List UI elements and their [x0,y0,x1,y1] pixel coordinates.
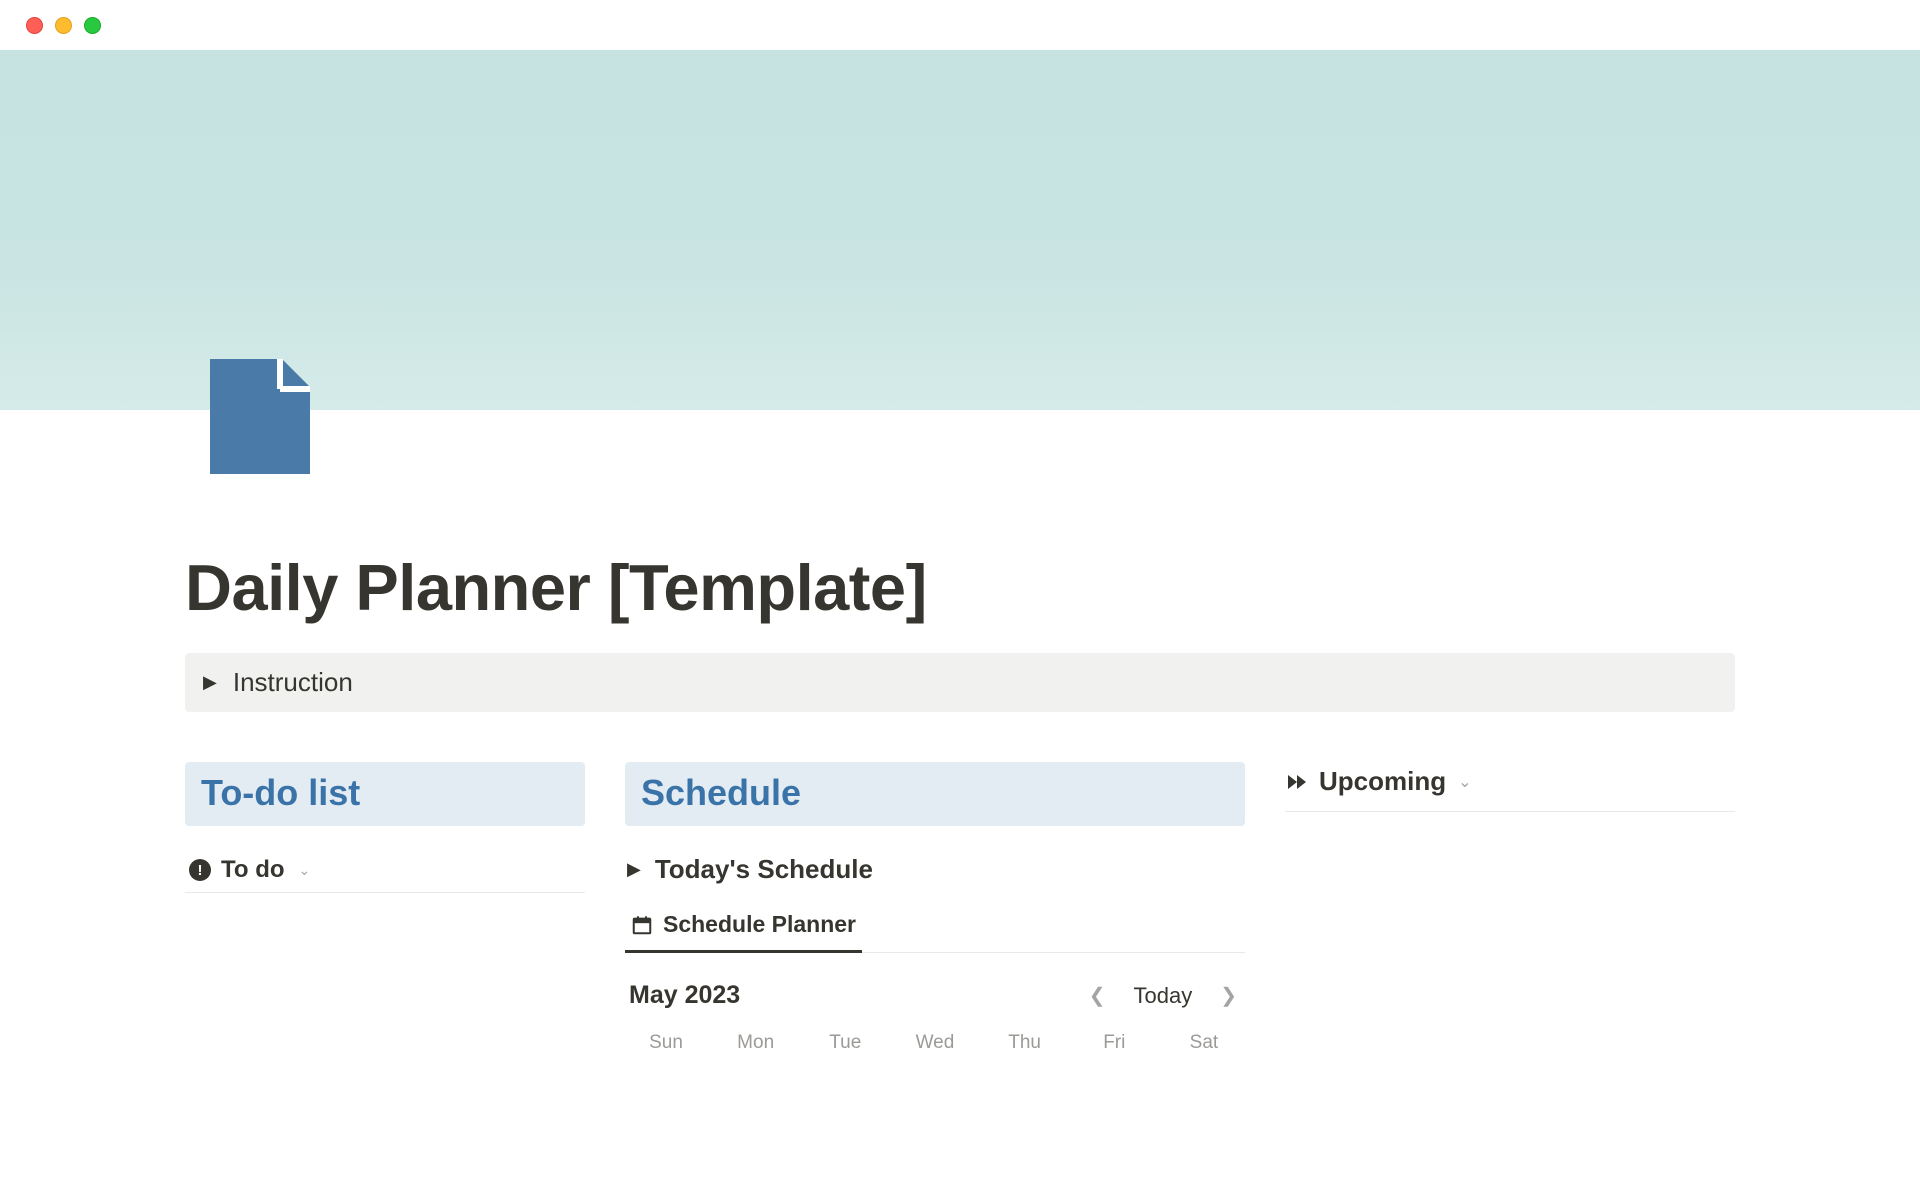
page-cover[interactable] [0,50,1920,410]
weekday-label: Wed [900,1032,970,1054]
schedule-planner-tab[interactable]: Schedule Planner [625,903,862,953]
page-title[interactable]: Daily Planner [Template] [185,550,1735,625]
todays-schedule-label: Today's Schedule [655,854,873,885]
page-icon[interactable] [210,359,310,474]
window-minimize-button[interactable] [55,17,72,34]
instruction-label: Instruction [233,667,353,698]
weekday-label: Tue [810,1032,880,1054]
schedule-heading[interactable]: Schedule [625,762,1245,826]
weekday-label: Fri [1079,1032,1149,1054]
upcoming-view-tab[interactable]: Upcoming ⌄ [1285,766,1735,812]
calendar-next-button[interactable]: ❯ [1216,979,1241,1012]
weekday-label: Mon [721,1032,791,1054]
upcoming-column: Upcoming ⌄ [1285,762,1735,812]
chevron-down-icon: ⌄ [1458,772,1471,792]
todo-heading[interactable]: To-do list [185,762,585,826]
schedule-column: Schedule ▶ Today's Schedule Schedule Pla… [625,762,1245,1056]
upcoming-label: Upcoming [1319,766,1446,797]
todo-column: To-do list ! To do ⌄ [185,762,585,893]
schedule-planner-tab-label: Schedule Planner [663,911,856,938]
instruction-toggle[interactable]: ▶ Instruction [185,653,1735,712]
weekday-label: Sat [1169,1032,1239,1054]
document-icon [210,359,310,474]
tab-divider [862,903,1245,953]
calendar-month-label[interactable]: May 2023 [629,981,740,1010]
weekday-label: Sun [631,1032,701,1054]
todo-view-name: To do [221,856,285,884]
weekday-label: Thu [990,1032,1060,1054]
exclamation-icon: ! [189,859,211,881]
calendar-prev-button[interactable]: ❮ [1085,979,1110,1012]
window-zoom-button[interactable] [84,17,101,34]
calendar-today-button[interactable]: Today [1134,983,1193,1009]
triangle-right-icon: ▶ [203,672,217,693]
todo-view-tab[interactable]: ! To do ⌄ [185,848,585,893]
window-titlebar [0,0,1920,50]
window-close-button[interactable] [26,17,43,34]
todays-schedule-toggle[interactable]: ▶ Today's Schedule [625,848,1245,903]
fast-forward-icon [1285,770,1309,794]
triangle-right-icon: ▶ [627,859,641,880]
chevron-down-icon: ⌄ [299,862,311,879]
calendar-weekday-row: Sun Mon Tue Wed Thu Fri Sat [625,1030,1245,1056]
calendar-icon [631,914,653,936]
